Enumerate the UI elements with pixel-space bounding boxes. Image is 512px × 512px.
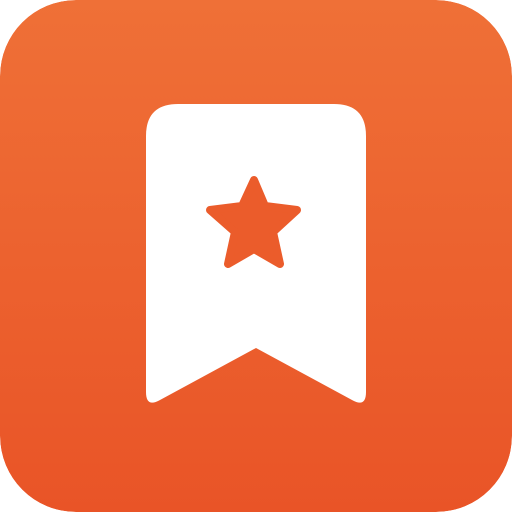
app-icon-graphic	[0, 0, 512, 512]
app-icon[interactable]	[0, 0, 512, 512]
